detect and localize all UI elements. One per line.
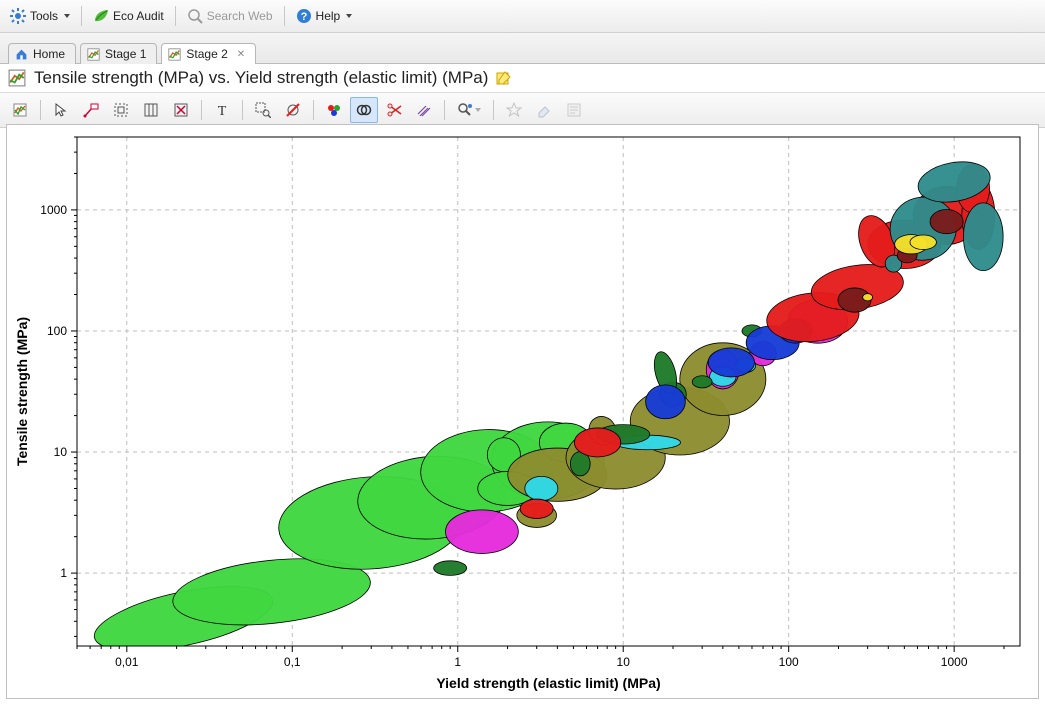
toggle-envelope-button[interactable] bbox=[137, 97, 165, 123]
overlap-highlight-button[interactable] bbox=[350, 97, 378, 123]
separator bbox=[81, 6, 82, 26]
svg-text:100: 100 bbox=[47, 324, 67, 338]
chart-area[interactable]: 0,01 0,1 1 10 100 1000 1 10 100 1000 Yield strengt… bbox=[6, 124, 1039, 699]
chart-title: Tensile strength (MPa) vs. Yield strengt… bbox=[34, 68, 488, 88]
svg-text:T: T bbox=[218, 104, 227, 118]
svg-text:10: 10 bbox=[54, 445, 68, 459]
help-menu[interactable]: ? Help bbox=[290, 6, 359, 26]
help-icon: ? bbox=[296, 8, 312, 24]
svg-text:1: 1 bbox=[454, 655, 461, 669]
scatter-chart[interactable]: 0,01 0,1 1 10 100 1000 1 10 100 1000 Yield strengt… bbox=[7, 125, 1038, 698]
separator bbox=[284, 6, 285, 26]
scissors-button[interactable] bbox=[380, 97, 408, 123]
globe-search-icon bbox=[187, 8, 203, 24]
search-web-label: Search Web bbox=[207, 9, 273, 23]
redraw-button[interactable] bbox=[6, 97, 34, 123]
box-zoom-button[interactable] bbox=[107, 97, 135, 123]
drag-label-button[interactable] bbox=[77, 97, 105, 123]
search-web-button: Search Web bbox=[181, 6, 279, 26]
tools-menu[interactable]: Tools bbox=[4, 6, 76, 26]
separator bbox=[201, 100, 202, 120]
separator bbox=[444, 100, 445, 120]
chart-toolbar: T bbox=[0, 93, 1045, 128]
separator bbox=[40, 100, 41, 120]
svg-text:1000: 1000 bbox=[941, 655, 968, 669]
zoom-selection-button[interactable] bbox=[249, 97, 277, 123]
chevron-down-icon bbox=[475, 108, 481, 112]
tools-label: Tools bbox=[30, 9, 58, 23]
find-dropdown-button[interactable] bbox=[451, 97, 487, 123]
chevron-down-icon bbox=[346, 14, 352, 18]
eco-audit-label: Eco Audit bbox=[113, 9, 164, 23]
tab-strip: Home Stage 1 Stage 2 ✕ bbox=[0, 33, 1045, 64]
tab-label: Stage 2 bbox=[186, 47, 227, 61]
separator bbox=[242, 100, 243, 120]
chart-title-bar: Tensile strength (MPa) vs. Yield strengt… bbox=[0, 64, 1045, 93]
eraser-button[interactable] bbox=[530, 97, 558, 123]
svg-text:10: 10 bbox=[617, 655, 631, 669]
svg-text:Tensile strength (MPa): Tensile strength (MPa) bbox=[14, 317, 30, 466]
tab-stage-1[interactable]: Stage 1 bbox=[80, 43, 157, 64]
leaf-icon bbox=[93, 8, 109, 24]
gear-icon bbox=[10, 8, 26, 24]
favorite-button[interactable] bbox=[500, 97, 528, 123]
tab-label: Home bbox=[33, 47, 65, 61]
chart-icon bbox=[87, 48, 100, 61]
tab-stage-2[interactable]: Stage 2 ✕ bbox=[161, 43, 256, 64]
help-label: Help bbox=[316, 9, 341, 23]
svg-text:0,01: 0,01 bbox=[115, 655, 139, 669]
app-toolbar: Tools Eco Audit Search Web ? Help bbox=[0, 0, 1045, 33]
svg-text:0,1: 0,1 bbox=[284, 655, 301, 669]
svg-text:100: 100 bbox=[779, 655, 799, 669]
chart-icon bbox=[168, 48, 181, 61]
color-families-button[interactable] bbox=[320, 97, 348, 123]
note-button[interactable] bbox=[560, 97, 588, 123]
svg-text:1000: 1000 bbox=[40, 203, 67, 217]
close-icon[interactable]: ✕ bbox=[237, 49, 245, 60]
remove-hidden-button[interactable] bbox=[279, 97, 307, 123]
svg-text:Yield strength (elastic limit): Yield strength (elastic limit) (MPa) bbox=[436, 675, 660, 691]
hatch-button[interactable] bbox=[410, 97, 438, 123]
pointer-button[interactable] bbox=[47, 97, 75, 123]
chart-icon bbox=[8, 69, 26, 87]
svg-text:?: ? bbox=[300, 11, 307, 23]
separator bbox=[313, 100, 314, 120]
home-icon bbox=[15, 48, 28, 61]
text-button[interactable]: T bbox=[208, 97, 236, 123]
tab-label: Stage 1 bbox=[105, 47, 146, 61]
tab-home[interactable]: Home bbox=[8, 43, 76, 64]
edit-note-icon[interactable] bbox=[496, 70, 512, 86]
undo-zoom-button[interactable] bbox=[167, 97, 195, 123]
svg-text:1: 1 bbox=[60, 566, 67, 580]
separator bbox=[493, 100, 494, 120]
chevron-down-icon bbox=[64, 14, 70, 18]
separator bbox=[175, 6, 176, 26]
eco-audit-button[interactable]: Eco Audit bbox=[87, 6, 170, 26]
